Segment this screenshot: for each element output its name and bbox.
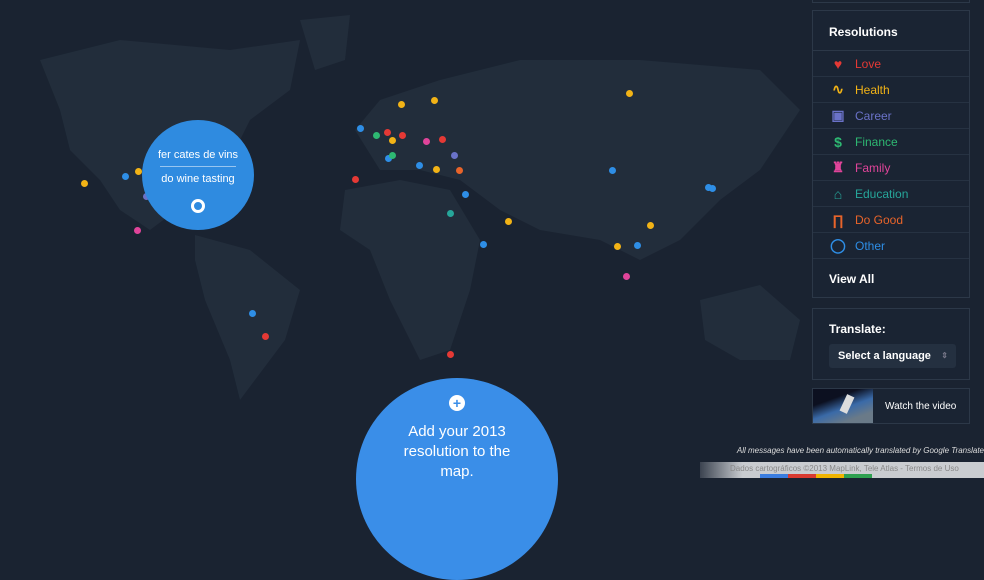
resolution-label: Career xyxy=(855,108,892,123)
resolution-marker[interactable] xyxy=(357,125,364,132)
resolution-marker[interactable] xyxy=(398,101,405,108)
color-bar-green xyxy=(844,474,872,478)
translate-label: Translate: xyxy=(829,322,886,336)
select-arrows-icon: ⇕ xyxy=(941,351,948,360)
resolution-marker[interactable] xyxy=(389,137,396,144)
resolutions-panel: Resolutions ♥ Love ∿ Health ▣ Career $ Finance ♜… xyxy=(812,10,970,298)
color-bar-yellow xyxy=(816,474,844,478)
resolution-label: Love xyxy=(855,56,882,71)
resolution-family[interactable]: ♜ Family xyxy=(813,155,969,181)
language-select-value: Select a language xyxy=(838,350,931,362)
other-category-icon xyxy=(191,199,205,213)
add-resolution-label: Add your 2013 resolution to the map. xyxy=(403,423,511,480)
divider xyxy=(160,166,236,167)
resolution-marker[interactable] xyxy=(262,333,269,340)
resolution-label: Do Good xyxy=(855,212,904,227)
resolution-marker[interactable] xyxy=(447,351,454,358)
resolution-finance[interactable]: $ Finance xyxy=(813,129,969,155)
message-translated: do wine tasting xyxy=(161,173,235,185)
video-thumbnail xyxy=(813,389,873,423)
color-bar-blue xyxy=(760,474,788,478)
resolution-love[interactable]: ♥ Love xyxy=(813,51,969,77)
resolution-label: Finance xyxy=(855,134,898,149)
translate-panel: Translate: Select a language ⇕ xyxy=(812,308,970,380)
resolution-marker[interactable] xyxy=(249,310,256,317)
heart-icon: ♥ xyxy=(833,55,843,72)
resolution-marker[interactable] xyxy=(709,185,716,192)
resolution-marker[interactable] xyxy=(352,176,359,183)
message-original: fer cates de vins xyxy=(157,149,239,161)
resolution-marker[interactable] xyxy=(423,138,430,145)
resolution-marker[interactable] xyxy=(505,218,512,225)
color-bar-red xyxy=(788,474,816,478)
resolution-marker[interactable] xyxy=(462,191,469,198)
resolutions-title: Resolutions xyxy=(813,11,969,51)
resolution-marker[interactable] xyxy=(447,210,454,217)
resolution-marker[interactable] xyxy=(122,173,129,180)
binoculars-icon: ∏ xyxy=(832,211,844,228)
resolution-marker[interactable] xyxy=(456,167,463,174)
top-panel xyxy=(812,0,970,3)
heartbeat-icon: ∿ xyxy=(832,81,844,97)
resolution-marker[interactable] xyxy=(439,136,446,143)
translation-note: All messages have been automatically tra… xyxy=(736,446,984,455)
resolution-career[interactable]: ▣ Career xyxy=(813,103,969,129)
laptop-icon: ▣ xyxy=(831,107,845,123)
circle-icon: ◯ xyxy=(830,237,846,253)
resolution-marker[interactable] xyxy=(399,132,406,139)
watch-video-button[interactable]: Watch the video xyxy=(812,388,970,424)
resolution-marker[interactable] xyxy=(451,152,458,159)
resolution-marker[interactable] xyxy=(647,222,654,229)
resolution-marker[interactable] xyxy=(609,167,616,174)
resolution-marker[interactable] xyxy=(634,242,641,249)
resolution-marker[interactable] xyxy=(626,90,633,97)
resolution-marker[interactable] xyxy=(623,273,630,280)
resolution-do-good[interactable]: ∏ Do Good xyxy=(813,207,969,233)
family-icon: ♜ xyxy=(831,159,845,175)
message-bubble[interactable]: fer cates de vins do wine tasting xyxy=(142,120,254,230)
resolution-marker[interactable] xyxy=(384,129,391,136)
resolution-marker[interactable] xyxy=(81,180,88,187)
resolution-health[interactable]: ∿ Health xyxy=(813,77,969,103)
resolution-marker[interactable] xyxy=(433,166,440,173)
resolution-label: Education xyxy=(855,186,909,201)
resolution-marker[interactable] xyxy=(389,152,396,159)
language-select[interactable]: Select a language ⇕ xyxy=(829,344,956,368)
resolution-education[interactable]: ⌂ Education xyxy=(813,181,969,207)
resolution-marker[interactable] xyxy=(480,241,487,248)
resolution-marker[interactable] xyxy=(134,227,141,234)
resolution-marker[interactable] xyxy=(416,162,423,169)
resolution-label: Other xyxy=(855,238,886,253)
resolution-marker[interactable] xyxy=(135,168,142,175)
resolution-label: Family xyxy=(855,160,891,175)
dollar-icon: $ xyxy=(834,133,842,150)
resolution-marker[interactable] xyxy=(373,132,380,139)
plus-icon: + xyxy=(449,395,465,411)
resolution-label: Health xyxy=(855,82,890,97)
add-resolution-button[interactable]: + Add your 2013 resolution to the map. xyxy=(356,378,558,580)
view-all-link[interactable]: View All xyxy=(813,259,969,286)
resolution-marker[interactable] xyxy=(431,97,438,104)
resolution-marker[interactable] xyxy=(614,243,621,250)
watch-video-label: Watch the video xyxy=(885,400,957,412)
resolution-other[interactable]: ◯ Other xyxy=(813,233,969,259)
graduation-cap-icon: ⌂ xyxy=(833,185,843,202)
